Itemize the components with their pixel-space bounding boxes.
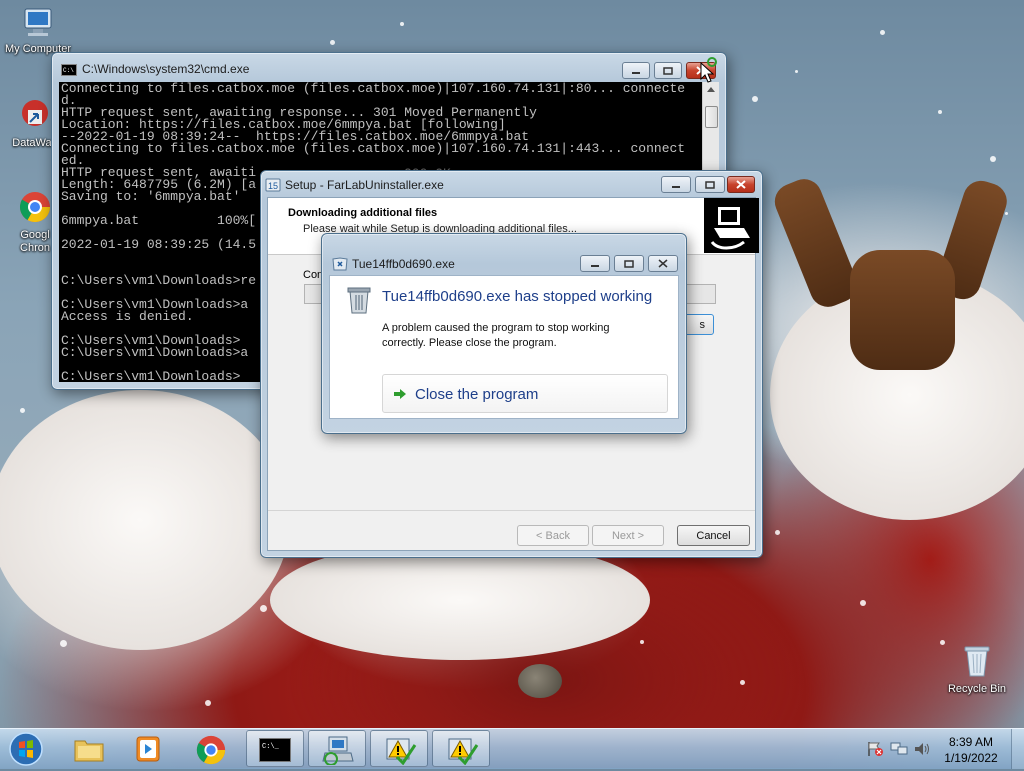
chrome-icon bbox=[196, 735, 226, 765]
svg-text:C:\: C:\ bbox=[63, 67, 74, 74]
desktop-icon-label: Googl Chron bbox=[20, 229, 50, 254]
warning-check-icon bbox=[386, 738, 417, 765]
media-player-icon bbox=[136, 736, 160, 762]
close-button[interactable] bbox=[727, 176, 755, 193]
cmd-icon: C:\_ bbox=[259, 738, 291, 762]
desktop-icon-my-computer[interactable]: My Computer bbox=[1, 6, 75, 55]
taskbar-uninstaller-1[interactable] bbox=[370, 730, 428, 767]
setup-titlebar[interactable]: 15 Setup - FarLabUninstaller.exe bbox=[261, 171, 762, 199]
maximize-icon bbox=[624, 259, 634, 268]
desktop-icon-recycle-bin[interactable]: Recycle Bin bbox=[940, 644, 1014, 695]
computer-icon bbox=[24, 8, 52, 36]
close-program-label: Close the program bbox=[415, 386, 539, 403]
svg-text:15: 15 bbox=[268, 181, 278, 191]
close-program-button[interactable]: Close the program bbox=[382, 374, 668, 413]
minimize-button[interactable] bbox=[661, 176, 691, 193]
flag-error-icon bbox=[868, 742, 883, 756]
program-error-icon bbox=[347, 287, 371, 314]
error-titlebar[interactable]: Tue14ffb0d690.exe bbox=[322, 234, 686, 272]
error-title: Tue14ffb0d690.exe bbox=[352, 257, 455, 271]
error-message: A problem caused the program to stop wor… bbox=[382, 322, 610, 349]
clock-time: 8:39 AM bbox=[948, 735, 994, 749]
datawag-icon bbox=[22, 100, 48, 126]
minimize-icon bbox=[591, 264, 599, 267]
cancel-button[interactable]: Cancel bbox=[677, 525, 750, 546]
taskbar-media-player[interactable] bbox=[120, 730, 178, 767]
desktop-icon-label: Recycle Bin bbox=[947, 683, 1007, 695]
maximize-button[interactable] bbox=[654, 62, 682, 79]
tray-action-center[interactable] bbox=[866, 741, 884, 757]
taskbar-clock[interactable]: 8:39 AM 1/19/2022 bbox=[940, 734, 1002, 766]
console-line: Connecting to files.catbox.moe (files.ca… bbox=[61, 141, 686, 156]
scrollbar-thumb[interactable] bbox=[705, 106, 718, 128]
back-button[interactable]: < Back bbox=[517, 525, 589, 546]
taskbar-chrome[interactable] bbox=[182, 730, 240, 767]
next-button[interactable]: Next > bbox=[592, 525, 664, 546]
error-window-icon bbox=[332, 257, 348, 271]
close-button[interactable] bbox=[648, 255, 678, 272]
warning-check-icon bbox=[448, 738, 479, 765]
taskbar: C:\_ 8:39 AM 1/19/2022 bbox=[0, 728, 1024, 769]
minimize-icon bbox=[672, 185, 680, 188]
tray-volume[interactable] bbox=[913, 741, 931, 757]
minimize-button[interactable] bbox=[580, 255, 610, 272]
windows-logo-icon bbox=[9, 732, 43, 766]
minimize-button[interactable] bbox=[622, 62, 650, 79]
start-button[interactable] bbox=[6, 730, 46, 768]
taskbar-explorer[interactable] bbox=[60, 730, 118, 767]
close-icon bbox=[736, 180, 746, 189]
cmd-title: C:\Windows\system32\cmd.exe bbox=[82, 62, 250, 76]
setup-title: Setup - FarLabUninstaller.exe bbox=[285, 178, 444, 192]
clock-date: 1/19/2022 bbox=[944, 751, 998, 765]
maximize-button[interactable] bbox=[695, 176, 725, 193]
setup-installer-icon bbox=[322, 736, 354, 765]
taskbar-setup[interactable] bbox=[308, 730, 366, 767]
cmd-titlebar[interactable]: C:\ C:\Windows\system32\cmd.exe bbox=[52, 53, 726, 81]
maximize-icon bbox=[705, 180, 715, 189]
scroll-up-arrow-icon bbox=[707, 87, 715, 92]
installer-logo-icon bbox=[704, 198, 759, 253]
chrome-icon bbox=[19, 192, 51, 223]
setup-heading: Downloading additional files bbox=[288, 207, 438, 219]
close-icon bbox=[658, 259, 668, 268]
error-dialog[interactable]: Tue14ffb0d690.exe Tue14ffb0d690.exe has … bbox=[321, 233, 687, 434]
show-desktop-button[interactable] bbox=[1011, 729, 1024, 769]
volume-icon bbox=[915, 743, 929, 755]
error-content: Tue14ffb0d690.exe has stopped working A … bbox=[329, 275, 679, 419]
network-icon bbox=[890, 742, 908, 755]
tray-network[interactable] bbox=[890, 741, 908, 757]
taskbar-uninstaller-2[interactable] bbox=[432, 730, 490, 767]
recycle-bin-icon bbox=[964, 646, 990, 677]
arrow-right-icon bbox=[394, 389, 406, 399]
minimize-icon bbox=[632, 71, 640, 74]
button-divider bbox=[268, 510, 755, 511]
maximize-icon bbox=[663, 66, 673, 75]
svg-text:C:\_: C:\_ bbox=[262, 743, 280, 751]
maximize-button[interactable] bbox=[614, 255, 644, 272]
mouse-cursor-icon bbox=[700, 57, 717, 83]
folder-icon bbox=[74, 740, 104, 762]
setup-window-icon: 15 bbox=[265, 178, 281, 192]
cmd-window-icon: C:\ bbox=[61, 64, 77, 76]
taskbar-cmd[interactable]: C:\_ bbox=[246, 730, 304, 767]
error-heading: Tue14ffb0d690.exe has stopped working bbox=[382, 288, 653, 305]
console-line: Connecting to files.catbox.moe (files.ca… bbox=[61, 82, 686, 96]
